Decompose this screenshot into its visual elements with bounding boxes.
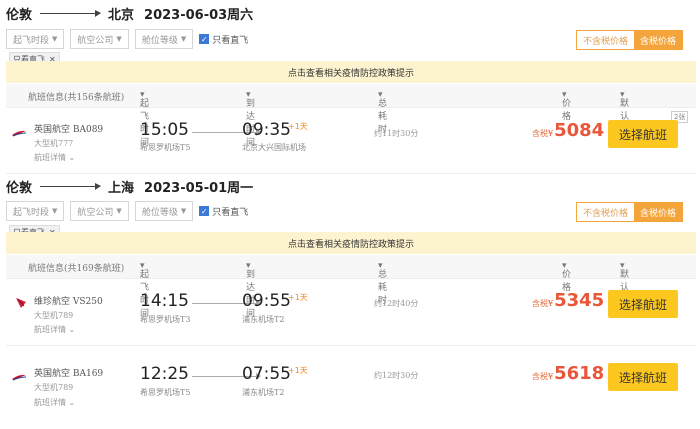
travel-date: 2023-06-03周六 bbox=[144, 7, 254, 23]
cabin-class-filter[interactable]: 舱位等级 ▼ bbox=[134, 29, 194, 49]
flight-duration: 约12时40分 bbox=[374, 299, 419, 308]
table-row: 英国航空 BA169 大型机789 航班详情 ⌄ 12:25 希思罗机场T5 0… bbox=[6, 350, 696, 416]
airline-filter[interactable]: 航空公司 ▼ bbox=[70, 201, 129, 221]
chevron-down-icon: ▼ bbox=[116, 207, 122, 215]
col-arrival[interactable]: 到达时间 ▾ bbox=[246, 90, 255, 148]
table-row: 维珍航空 VS250 大型机789 航班详情 ⌄ 14:15 希思罗机场T3 0… bbox=[6, 280, 696, 346]
price-value: 5618 bbox=[554, 363, 605, 384]
destination-city: 上海 bbox=[108, 180, 135, 196]
chevron-down-icon: ▼ bbox=[116, 35, 122, 43]
next-day-badge: +1天 bbox=[288, 122, 308, 131]
direct-only-checkbox[interactable]: ✓ 只看直飞 bbox=[199, 205, 248, 218]
departure-airport: 希思罗机场T3 bbox=[140, 315, 191, 324]
route-header-1: 伦敦 北京 2023-06-03周六 bbox=[6, 3, 253, 23]
arrival-airport: 浦东机场T2 bbox=[242, 388, 285, 397]
departure-time-filter[interactable]: 起飞时段 ▼ bbox=[6, 201, 65, 221]
travel-date: 2023-05-01周一 bbox=[144, 180, 254, 196]
checkmark-icon: ✓ bbox=[199, 206, 210, 216]
col-departure[interactable]: 起飞时间 ▾ bbox=[140, 261, 149, 319]
departure-time: 15:05 bbox=[140, 120, 189, 140]
flight-details-link[interactable]: 航班详情 ⌄ bbox=[34, 324, 75, 335]
direct-only-checkbox[interactable]: ✓ 只看直飞 bbox=[199, 33, 248, 46]
aircraft-type: 大型机789 bbox=[34, 311, 74, 320]
select-flight-button[interactable]: 选择航班 bbox=[608, 363, 678, 391]
price-block: 含税¥ 5084 bbox=[532, 120, 604, 141]
col-price[interactable]: 价格 ▾ bbox=[562, 261, 571, 293]
col-flight-info: 航班信息(共156条航班) bbox=[28, 93, 125, 103]
chevron-down-icon: ▼ bbox=[52, 35, 58, 43]
airline-name: 维珍航空 VS250 bbox=[34, 297, 103, 307]
policy-notice-2[interactable]: 点击查看相关疫情防控政策提示 bbox=[6, 232, 696, 254]
price-label: 含税¥ bbox=[532, 372, 554, 381]
departure-time: 12:25 bbox=[140, 364, 189, 384]
tax-toggle-1: 不含税价格 含税价格 bbox=[576, 30, 684, 50]
checkmark-icon: ✓ bbox=[199, 34, 210, 44]
tax-toggle-2: 不含税价格 含税价格 bbox=[576, 202, 684, 222]
next-day-badge: +1天 bbox=[288, 293, 308, 302]
arrival-time: 07:55 bbox=[242, 364, 291, 384]
col-duration[interactable]: 总耗时 ▾ bbox=[378, 90, 387, 135]
origin-city: 伦敦 bbox=[6, 7, 33, 23]
col-sort[interactable]: 默认排序 ▾ bbox=[620, 261, 629, 319]
departure-time: 14:15 bbox=[140, 291, 189, 311]
origin-city: 伦敦 bbox=[6, 180, 33, 196]
table-row: 英国航空 BA089 大型机777 航班详情 ⌄ 15:05 希思罗机场T5 0… bbox=[6, 108, 696, 174]
table-header-1: 航班信息(共156条航班) 起飞时间 ▾ 到达时间 ▾ 总耗时 ▾ 价格 ▾ 默… bbox=[6, 84, 696, 148]
route-arrow-icon bbox=[40, 182, 102, 190]
exclude-tax-button[interactable]: 不含税价格 bbox=[577, 203, 635, 221]
price-label: 含税¥ bbox=[532, 299, 554, 308]
ba-logo-icon bbox=[12, 374, 26, 381]
price-value: 5345 bbox=[554, 290, 605, 311]
departure-airport: 希思罗机场T5 bbox=[140, 143, 191, 152]
flight-details-link[interactable]: 航班详情 ⌄ bbox=[34, 152, 75, 163]
next-day-badge: +1天 bbox=[288, 366, 308, 375]
ba-logo-icon bbox=[12, 130, 26, 137]
price-block: 含税¥ 5345 bbox=[532, 290, 604, 311]
cabin-class-filter[interactable]: 舱位等级 ▼ bbox=[134, 201, 194, 221]
col-flight-info: 航班信息(共169条航班) bbox=[28, 264, 125, 274]
flight-duration: 约11时30分 bbox=[374, 129, 419, 138]
arrival-time: 09:55 bbox=[242, 291, 291, 311]
select-flight-button[interactable]: 选择航班 bbox=[608, 120, 678, 148]
route-header-2: 伦敦 上海 2023-05-01周一 bbox=[6, 176, 253, 196]
flight-duration: 约12时30分 bbox=[374, 371, 419, 380]
include-tax-button[interactable]: 含税价格 bbox=[634, 31, 683, 49]
col-price[interactable]: 价格 ▾ bbox=[562, 90, 571, 122]
chevron-down-icon: ▼ bbox=[180, 35, 187, 43]
flight-details-link[interactable]: 航班详情 ⌄ bbox=[34, 397, 75, 408]
select-flight-button[interactable]: 选择航班 bbox=[608, 290, 678, 318]
route-arrow-icon bbox=[40, 9, 102, 17]
arrival-airport: 北京大兴国际机场 bbox=[242, 143, 306, 152]
chevron-down-icon: ▼ bbox=[180, 207, 187, 215]
filter-bar-2: 起飞时段 ▼ 航空公司 ▼ 舱位等级 ▼ ✓ 只看直飞 bbox=[6, 201, 248, 221]
col-arrival[interactable]: 到达时间 ▾ bbox=[246, 261, 255, 319]
airline-name: 英国航空 BA089 bbox=[34, 125, 104, 135]
virgin-logo-icon bbox=[16, 298, 26, 308]
airline-name: 英国航空 BA169 bbox=[34, 369, 104, 379]
chevron-down-icon: ▼ bbox=[52, 207, 58, 215]
price-label: 含税¥ bbox=[532, 129, 554, 138]
arrival-time: 09:35 bbox=[242, 120, 291, 140]
departure-airport: 希思罗机场T5 bbox=[140, 388, 191, 397]
aircraft-type: 大型机789 bbox=[34, 383, 74, 392]
col-sort[interactable]: 默认排序 ▾ bbox=[620, 90, 629, 148]
col-departure[interactable]: 起飞时间 ▾ bbox=[140, 90, 149, 148]
departure-time-filter[interactable]: 起飞时段 ▼ bbox=[6, 29, 65, 49]
policy-notice-1[interactable]: 点击查看相关疫情防控政策提示 bbox=[6, 61, 696, 83]
airline-filter[interactable]: 航空公司 ▼ bbox=[70, 29, 129, 49]
filter-bar-1: 起飞时段 ▼ 航空公司 ▼ 舱位等级 ▼ ✓ 只看直飞 bbox=[6, 29, 248, 49]
price-value: 5084 bbox=[554, 120, 605, 141]
aircraft-type: 大型机777 bbox=[34, 139, 74, 148]
table-header-2: 航班信息(共169条航班) 起飞时间 ▾ 到达时间 ▾ 总耗时 ▾ 价格 ▾ 默… bbox=[6, 255, 696, 319]
arrival-airport: 浦东机场T2 bbox=[242, 315, 285, 324]
exclude-tax-button[interactable]: 不含税价格 bbox=[577, 31, 635, 49]
col-duration[interactable]: 总耗时 ▾ bbox=[378, 261, 387, 306]
price-block: 含税¥ 5618 bbox=[532, 363, 604, 384]
destination-city: 北京 bbox=[108, 7, 135, 23]
include-tax-button[interactable]: 含税价格 bbox=[634, 203, 683, 221]
